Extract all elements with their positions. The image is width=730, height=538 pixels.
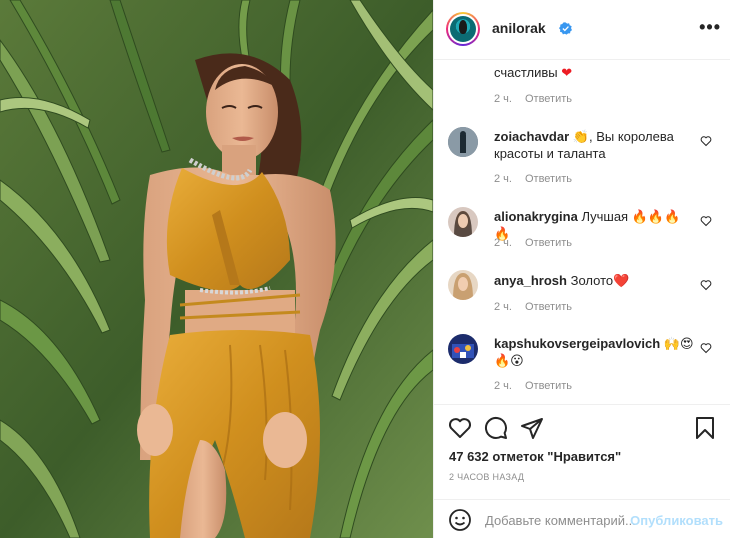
commenter-username[interactable]: zoiachavdar <box>494 129 569 144</box>
reply-link[interactable]: Ответить <box>525 173 572 185</box>
reply-link[interactable]: Ответить <box>525 380 572 392</box>
comment-meta: 2 ч. Ответить <box>494 301 572 313</box>
comment-body: Золото❤️ <box>570 273 630 288</box>
reply-link[interactable]: Ответить <box>525 93 572 105</box>
verified-badge-icon <box>559 22 572 35</box>
more-options-icon[interactable]: ••• <box>699 18 721 36</box>
post-header: anilorak ••• <box>434 0 730 60</box>
comment-text: счастливы ❤ <box>494 64 694 81</box>
comment-meta: 2 ч. Ответить <box>494 237 572 249</box>
publish-button[interactable]: Опубликовать <box>630 513 723 528</box>
post-photo[interactable] <box>0 0 433 538</box>
like-comment-heart-icon[interactable] <box>700 135 712 147</box>
share-send-icon[interactable] <box>520 416 544 440</box>
like-heart-icon[interactable] <box>448 416 472 440</box>
comment-time: 2 ч. <box>494 237 512 249</box>
author-avatar[interactable] <box>446 12 480 46</box>
post-actions: 47 632 отметок "Нравится" 2 ЧАСОВ НАЗАД … <box>434 404 730 538</box>
comment-meta: 2 ч. Ответить <box>494 93 572 105</box>
comment-text: zoiachavdar 👏, Вы королева красоты и тал… <box>494 128 694 162</box>
commenter-username[interactable]: alionakrygina <box>494 209 578 224</box>
author-username[interactable]: anilorak <box>492 20 546 36</box>
likes-count[interactable]: 47 632 отметок "Нравится" <box>449 449 621 464</box>
comment-time: 2 ч. <box>494 380 512 392</box>
comment-text: anya_hrosh Золото❤️ <box>494 272 694 289</box>
commenter-avatar[interactable] <box>448 334 478 364</box>
reply-link[interactable]: Ответить <box>525 301 572 313</box>
comment-text: kapshukovsergeipavlovich 🙌😍🔥😮 <box>494 335 694 369</box>
comment-body: счастливы <box>494 65 558 80</box>
commenter-username[interactable]: kapshukovsergeipavlovich <box>494 336 660 351</box>
save-bookmark-icon[interactable] <box>693 416 717 440</box>
commenter-username[interactable]: anya_hrosh <box>494 273 567 288</box>
comment-time: 2 ч. <box>494 93 512 105</box>
photo-woman-in-orange-dress <box>0 0 433 538</box>
comment-meta: 2 ч. Ответить <box>494 173 572 185</box>
add-comment-bar: Опубликовать <box>434 499 730 538</box>
post-panel: anilorak ••• счастливы ❤ 2 ч. Ответить z… <box>433 0 730 538</box>
commenter-avatar[interactable] <box>448 270 478 300</box>
commenter-avatar[interactable] <box>448 207 478 237</box>
comment-time: 2 ч. <box>494 173 512 185</box>
post-timestamp[interactable]: 2 ЧАСОВ НАЗАД <box>449 472 524 482</box>
like-comment-heart-icon[interactable] <box>700 215 712 227</box>
comments-list: счастливы ❤ 2 ч. Ответить zoiachavdar 👏, … <box>434 61 730 404</box>
comment-bubble-icon[interactable] <box>484 416 508 440</box>
like-comment-heart-icon[interactable] <box>700 342 712 354</box>
comment-meta: 2 ч. Ответить <box>494 380 572 392</box>
instagram-post: anilorak ••• счастливы ❤ 2 ч. Ответить z… <box>0 0 730 538</box>
heart-emoji-icon: ❤ <box>561 65 573 80</box>
comment-time: 2 ч. <box>494 301 512 313</box>
emoji-smile-icon[interactable] <box>448 508 472 532</box>
comment-input[interactable] <box>485 509 635 531</box>
commenter-avatar[interactable] <box>448 127 478 157</box>
reply-link[interactable]: Ответить <box>525 237 572 249</box>
like-comment-heart-icon[interactable] <box>700 279 712 291</box>
